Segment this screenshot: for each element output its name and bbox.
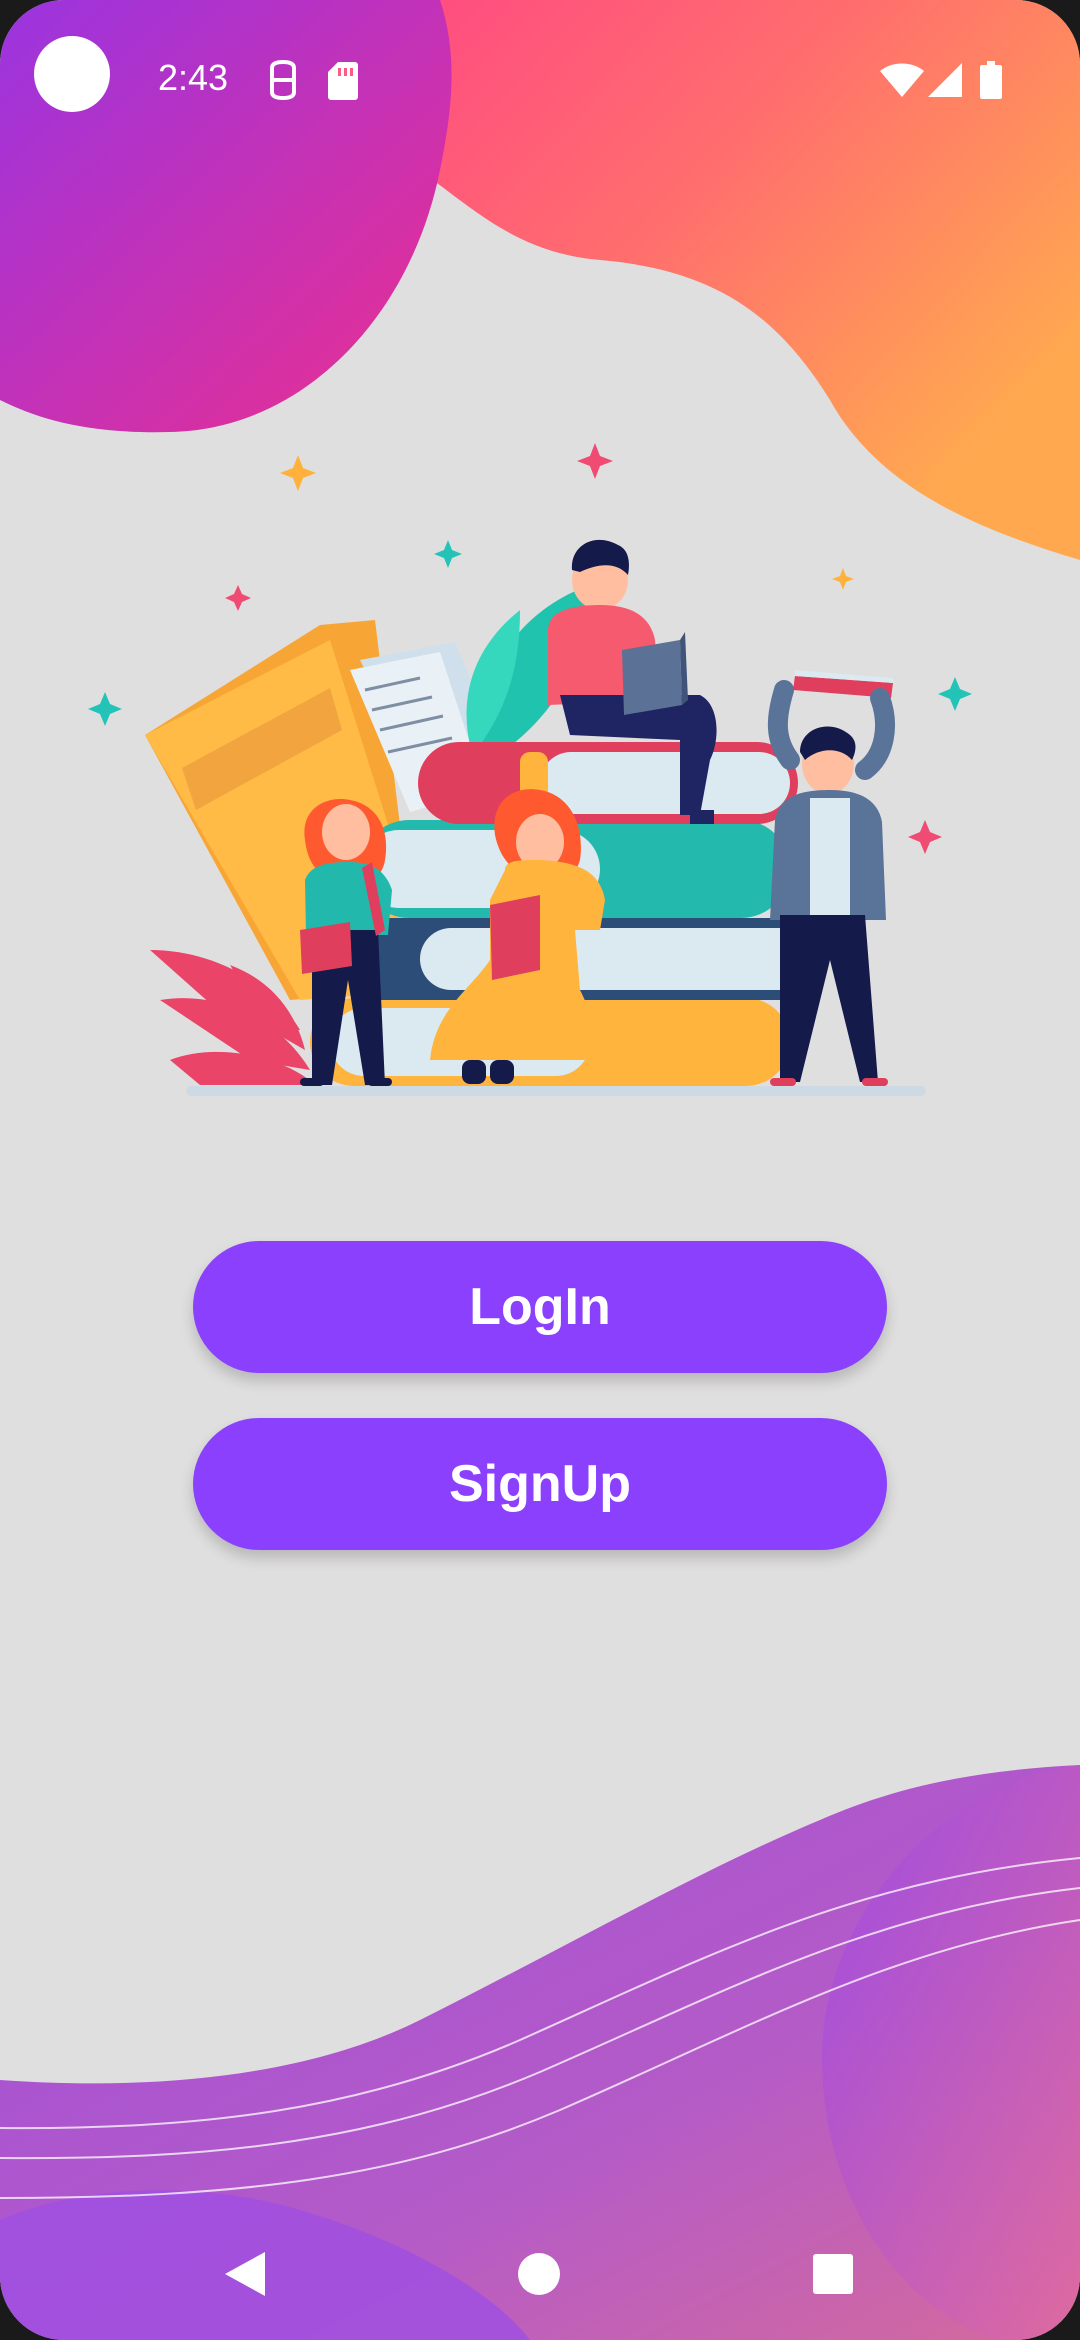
status-bar: 2:43 (0, 0, 1080, 150)
cell-signal-icon (928, 63, 962, 97)
nav-home-button[interactable] (494, 2238, 584, 2310)
recents-icon (813, 2254, 853, 2294)
people-reading-books-illustration (88, 443, 972, 1096)
wifi-icon (880, 63, 924, 97)
home-icon (518, 2253, 560, 2295)
back-icon (225, 2252, 265, 2296)
camera-cutout (34, 36, 110, 112)
login-screen: 2:43 LogIn SignUp (0, 0, 1080, 2340)
nav-recents-button[interactable] (788, 2238, 878, 2310)
sd-card-icon (328, 62, 358, 100)
nav-back-button[interactable] (200, 2238, 290, 2310)
standing-man (767, 670, 895, 1086)
battery-icon (980, 61, 1002, 99)
status-time: 2:43 (158, 57, 229, 98)
sim-settings-icon (270, 60, 296, 100)
signup-button[interactable]: SignUp (193, 1418, 887, 1550)
login-button[interactable]: LogIn (193, 1241, 887, 1373)
